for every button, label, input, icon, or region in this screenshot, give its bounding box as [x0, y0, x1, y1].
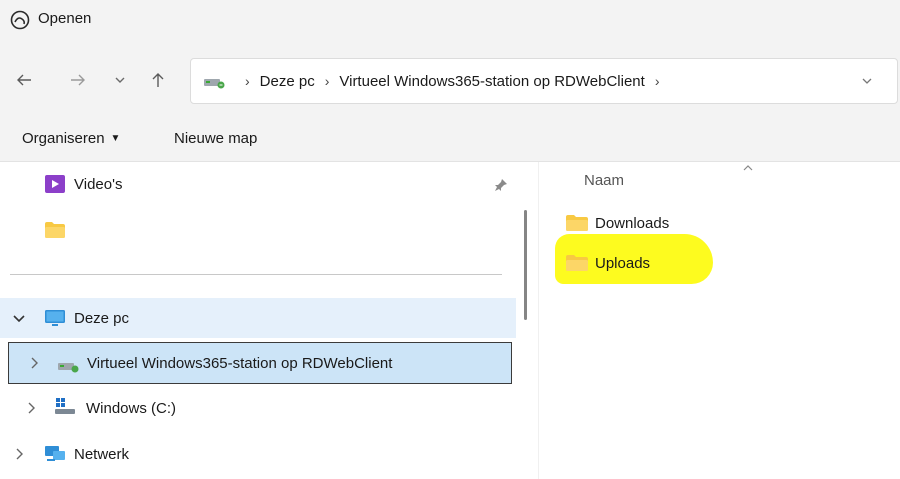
breadcrumb-virtual-drive[interactable]: Virtueel Windows365-station op RDWebClie… — [339, 73, 644, 90]
new-folder-label: Nieuwe map — [174, 130, 258, 147]
sort-ascending-icon — [743, 165, 753, 171]
nav-item-windows-c[interactable]: Windows (C:) — [0, 388, 520, 428]
organize-button[interactable]: Organiseren ▼ — [22, 130, 120, 147]
network-icon — [45, 446, 65, 461]
nav-item-label: Virtueel Windows365-station op RDWebClie… — [87, 354, 393, 372]
nav-item-label: Video's — [74, 175, 123, 193]
title-bar: Openen — [0, 0, 900, 44]
nav-item-netwerk[interactable]: Netwerk — [0, 434, 520, 474]
file-item-label: Uploads — [595, 254, 651, 272]
pin-icon[interactable] — [494, 178, 508, 192]
nav-item-label: Windows (C:) — [86, 399, 177, 417]
breadcrumb-separator: › — [245, 73, 250, 89]
command-bar: Organiseren ▼ Nieuwe map — [0, 118, 900, 162]
network-drive-icon — [204, 79, 225, 89]
nav-item-label: Deze pc — [74, 309, 130, 327]
nav-divider — [10, 274, 502, 275]
chevron-right-icon[interactable] — [24, 401, 38, 415]
file-item-uploads[interactable]: Uploads — [565, 248, 650, 278]
nav-item-label: Netwerk — [74, 445, 130, 463]
chevron-right-icon[interactable] — [12, 447, 26, 461]
nav-item-folder[interactable] — [0, 208, 520, 248]
app-logo-icon — [10, 10, 30, 30]
file-item-label: Downloads — [595, 214, 670, 232]
folder-icon — [566, 215, 588, 231]
address-dropdown-icon[interactable] — [859, 73, 875, 89]
nav-scrollbar[interactable] — [524, 210, 527, 320]
nav-item-videos[interactable]: Video's — [0, 164, 520, 204]
window-title: Openen — [38, 10, 92, 27]
nav-item-virtual-drive[interactable]: Virtueel Windows365-station op RDWebClie… — [8, 342, 512, 384]
navigation-pane: Video's Deze pc Virtueel Windows365-stat… — [0, 162, 520, 479]
caret-down-icon: ▼ — [110, 133, 121, 144]
arrow-up-icon[interactable] — [146, 68, 170, 92]
breadcrumb-deze-pc[interactable]: Deze pc — [260, 73, 315, 90]
column-header-name[interactable]: Naam — [584, 172, 624, 189]
new-folder-button[interactable]: Nieuwe map — [174, 130, 257, 147]
breadcrumb-separator: › — [324, 73, 330, 89]
navigation-bar: › Deze pc › Virtueel Windows365-station … — [0, 44, 900, 118]
nav-item-deze-pc[interactable]: Deze pc — [0, 298, 516, 338]
breadcrumb-separator: › — [654, 73, 660, 89]
arrow-right-icon[interactable] — [66, 68, 90, 92]
windows-drive-icon — [55, 398, 75, 414]
file-list-pane: Naam Downloads Uploads — [539, 162, 900, 479]
file-item-downloads[interactable]: Downloads — [565, 208, 669, 238]
video-folder-icon — [45, 175, 65, 193]
address-bar[interactable]: › Deze pc › Virtueel Windows365-station … — [190, 58, 898, 104]
organize-label: Organiseren — [22, 130, 105, 147]
chevron-right-icon[interactable] — [27, 356, 41, 370]
network-drive-icon — [58, 363, 79, 373]
chevron-down-icon[interactable] — [12, 311, 26, 325]
arrow-left-icon[interactable] — [12, 68, 36, 92]
folder-icon — [566, 255, 588, 271]
chevron-down-icon[interactable] — [108, 68, 132, 92]
folder-icon — [45, 222, 65, 238]
monitor-icon — [45, 310, 65, 326]
